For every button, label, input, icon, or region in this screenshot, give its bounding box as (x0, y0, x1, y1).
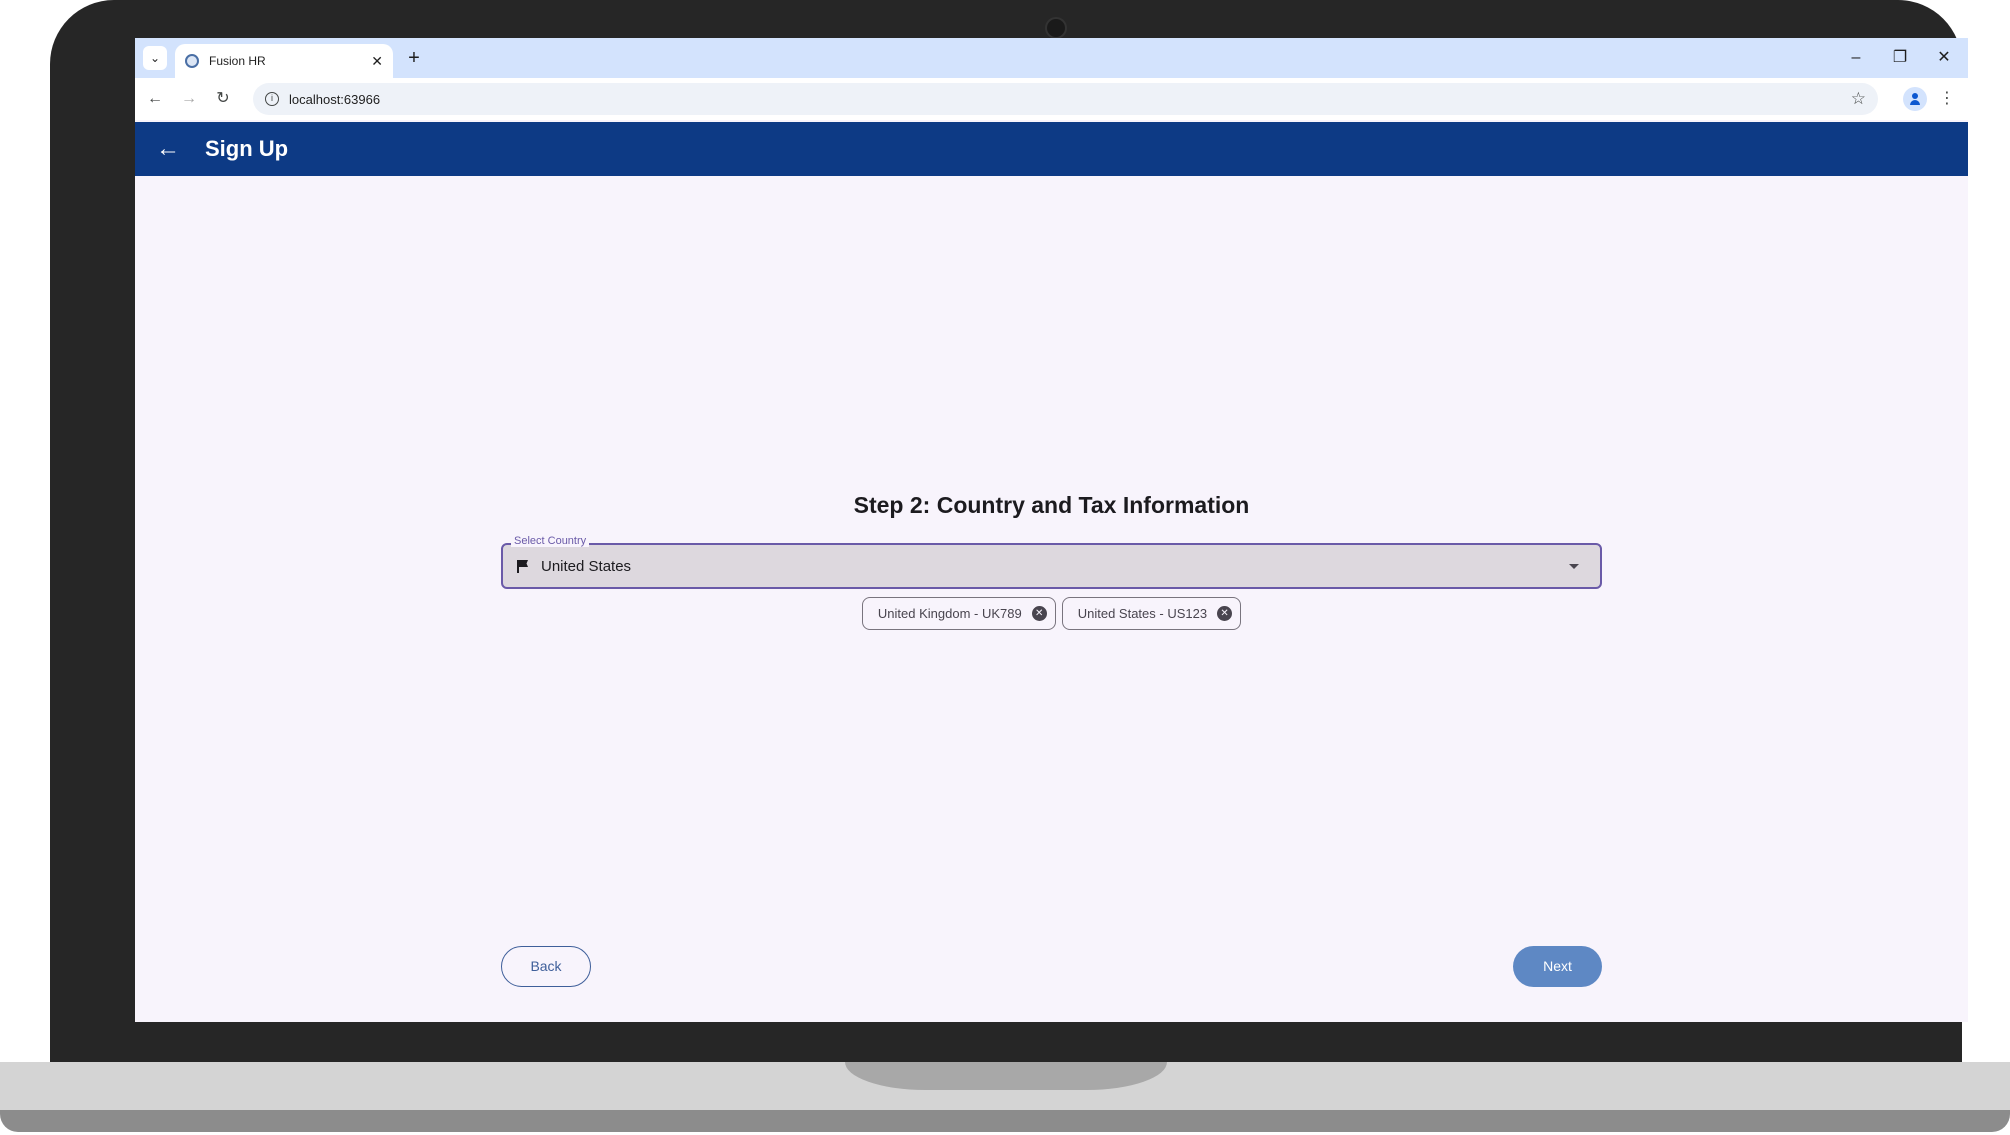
minimize-button[interactable]: – (1840, 44, 1872, 72)
stage: ⌄ Fusion HR ✕ + – ❐ ✕ ← → ↻ i localhost:… (0, 0, 2010, 1135)
chip-label: United States - US123 (1077, 606, 1208, 621)
browser-menu-icon[interactable]: ⋮ (1935, 87, 1959, 111)
browser-window: ⌄ Fusion HR ✕ + – ❐ ✕ ← → ↻ i localhost:… (135, 38, 1968, 1022)
reload-button[interactable]: ↻ (211, 87, 235, 111)
back-nav-button[interactable]: ← (143, 87, 167, 111)
tax-id-chip[interactable]: United Kingdom - UK789 ✕ (861, 597, 1056, 630)
url-text[interactable]: localhost:63966 (289, 92, 1841, 107)
tab-close-icon[interactable]: ✕ (371, 53, 383, 70)
country-select-label: Select Country (511, 535, 590, 547)
arrow-back-icon[interactable]: ← (147, 128, 189, 170)
person-icon (1910, 93, 1920, 105)
page-title: Sign Up (205, 136, 289, 161)
flag-icon (517, 560, 528, 573)
app-bar: ← Sign Up (135, 122, 1968, 176)
forward-nav-button[interactable]: → (177, 87, 201, 111)
step-title: Step 2: Country and Tax Information (853, 492, 1250, 518)
webcam (1045, 17, 1067, 39)
country-select[interactable]: Select Country United States (501, 535, 1602, 589)
chip-remove-icon[interactable]: ✕ (1031, 606, 1047, 621)
restore-button[interactable]: ❐ (1884, 44, 1916, 72)
browser-toolbar: ← → ↻ i localhost:63966 ☆ ⋮ (135, 78, 1968, 120)
next-button[interactable]: Next (1513, 946, 1602, 987)
address-bar[interactable]: i localhost:63966 ☆ (253, 83, 1878, 115)
tax-id-chip-list: United Kingdom - UK789 ✕ United States -… (135, 597, 1968, 630)
bookmark-star-icon[interactable]: ☆ (1851, 89, 1866, 109)
tab-search-button[interactable]: ⌄ (143, 46, 167, 70)
chip-label: United Kingdom - UK789 (877, 606, 1022, 621)
window-close-button[interactable]: ✕ (1928, 44, 1960, 72)
profile-avatar[interactable] (1903, 87, 1927, 111)
country-select-value: United States (541, 557, 632, 575)
tab-fusion-hr[interactable]: Fusion HR ✕ (175, 44, 393, 78)
laptop-lid: ⌄ Fusion HR ✕ + – ❐ ✕ ← → ↻ i localhost:… (50, 0, 1968, 1062)
laptop-base-edge (0, 1110, 2010, 1132)
new-tab-button[interactable]: + (402, 46, 426, 70)
laptop-hinge (845, 1062, 1167, 1090)
dropdown-arrow-icon[interactable] (1569, 563, 1579, 569)
chip-remove-icon[interactable]: ✕ (1217, 606, 1233, 621)
back-button[interactable]: Back (501, 946, 591, 987)
tab-bar: ⌄ Fusion HR ✕ + – ❐ ✕ (135, 38, 1968, 78)
tax-id-chip[interactable]: United States - US123 ✕ (1061, 597, 1242, 630)
site-info-icon[interactable]: i (265, 92, 279, 106)
tab-title: Fusion HR (209, 54, 266, 68)
favicon-icon (185, 54, 199, 68)
